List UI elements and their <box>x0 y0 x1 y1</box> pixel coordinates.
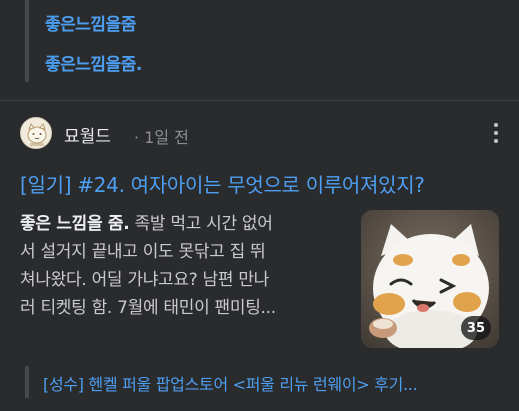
post-time: · 1일 전 <box>134 128 189 147</box>
excerpt-line-3: 쳐나왔다. 어딜 가냐고요? 남편 만나 <box>20 270 270 290</box>
post-thumbnail[interactable]: 35 <box>361 210 499 348</box>
quote-bar-bottom <box>25 366 29 398</box>
related-post-link[interactable]: [성수] 헨켈 퍼울 팝업스토어 <퍼울 리뉴 런웨이> 후기... <box>43 371 499 395</box>
quote-link-2[interactable]: 좋은느낌을줌. <box>45 50 142 75</box>
quote-bar-top <box>25 0 29 82</box>
post-divider <box>0 100 519 101</box>
author-avatar[interactable] <box>20 117 52 149</box>
post-excerpt[interactable]: 좋은 느낌을 줌. 족발 먹고 시간 없어 서 설거지 끝내고 이도 못닦고 집… <box>20 210 350 322</box>
excerpt-line-4: 러 티켓팅 함. 7월에 태민이 팬미팅... <box>20 298 276 318</box>
post-title[interactable]: [일기] #24. 여자아이는 무엇으로 이루어져있지? <box>20 169 425 198</box>
excerpt-lead: 좋은 느낌을 줌. <box>20 214 130 234</box>
excerpt-line-1-rest: 족발 먹고 시간 없어 <box>129 214 273 234</box>
excerpt-line-2: 서 설거지 끝내고 이도 못닦고 집 뛰 <box>20 242 266 262</box>
image-count-badge: 35 <box>460 316 491 340</box>
quote-link-1[interactable]: 좋은느낌을줌 <box>45 10 136 35</box>
more-options-icon[interactable] <box>484 118 508 148</box>
author-name[interactable]: 묘월드 <box>64 122 111 147</box>
cat-logo-avatar-icon <box>27 122 47 146</box>
excerpt-line-1: 좋은 느낌을 줌. 족발 먹고 시간 없어 <box>20 210 350 238</box>
